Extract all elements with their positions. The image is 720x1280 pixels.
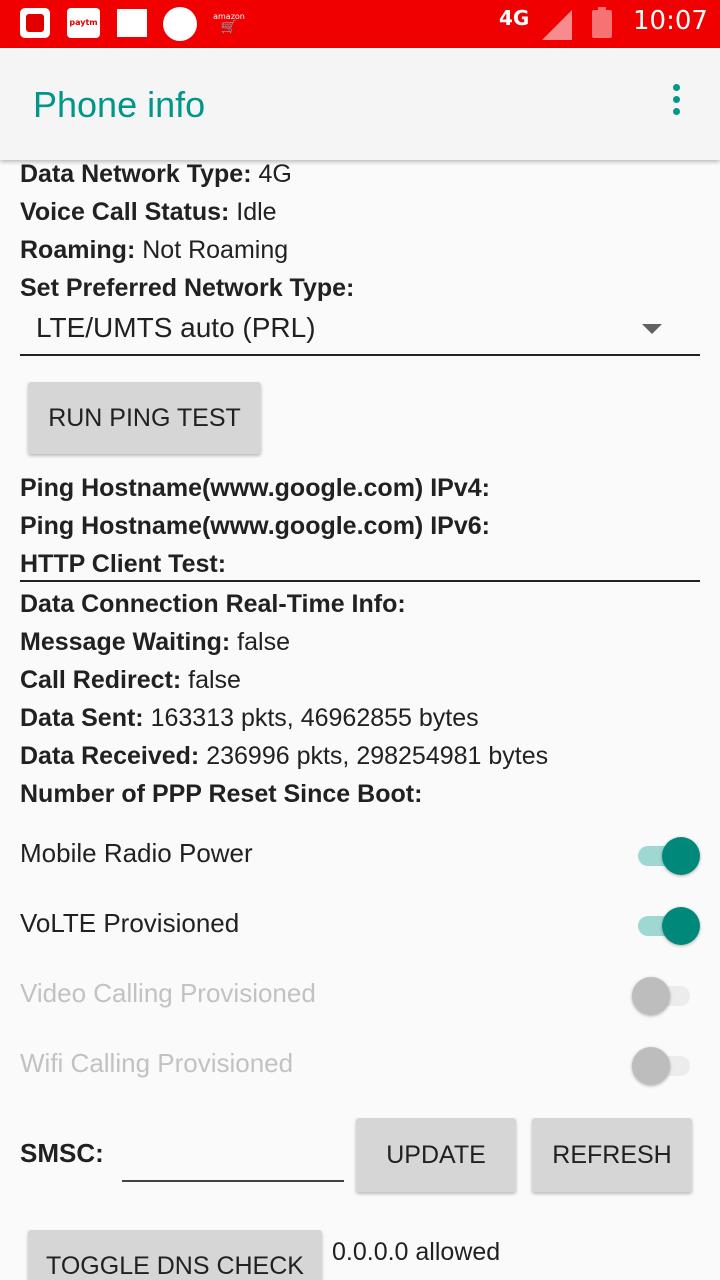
paytm-icon: paytm bbox=[67, 8, 100, 38]
page-title: Phone info bbox=[33, 84, 206, 125]
http-client-test-row: HTTP Client Test: bbox=[20, 550, 226, 579]
realtime-info-row: Data Connection Real-Time Info: bbox=[20, 590, 406, 619]
refresh-button[interactable]: REFRESH bbox=[532, 1118, 692, 1192]
wifi-calling-row: Wifi Calling Provisioned bbox=[20, 1040, 700, 1090]
call-redirect-value: false bbox=[188, 666, 241, 694]
message-waiting-label: Message Waiting: bbox=[20, 628, 231, 656]
message-waiting-value: false bbox=[237, 628, 290, 656]
video-calling-row: Video Calling Provisioned bbox=[20, 970, 700, 1020]
cart-icon: 🛒 bbox=[220, 20, 238, 35]
ping-ipv4-row: Ping Hostname(www.google.com) IPv4: bbox=[20, 474, 490, 503]
data-network-type-label: Data Network Type: bbox=[20, 160, 252, 188]
data-network-type-row: Data Network Type: 4G bbox=[20, 160, 292, 189]
volte-provisioned-switch[interactable] bbox=[638, 907, 700, 945]
roaming-label: Roaming: bbox=[20, 236, 136, 264]
network-type-indicator: 4G bbox=[499, 6, 530, 30]
signal-icon bbox=[542, 10, 572, 40]
data-received-row: Data Received: 236996 pkts, 298254981 by… bbox=[20, 742, 548, 771]
data-received-label: Data Received: bbox=[20, 742, 200, 770]
volte-provisioned-row[interactable]: VoLTE Provisioned bbox=[20, 900, 700, 950]
roaming-row: Roaming: Not Roaming bbox=[20, 236, 288, 265]
realtime-info-label: Data Connection Real-Time Info: bbox=[20, 590, 406, 618]
voice-call-status-value: Idle bbox=[236, 198, 277, 226]
data-sent-value: 163313 pkts, 46962855 bytes bbox=[150, 704, 479, 732]
mobile-radio-power-switch[interactable] bbox=[638, 837, 700, 875]
preferred-network-label-text: Set Preferred Network Type: bbox=[20, 274, 355, 302]
smsc-input[interactable] bbox=[122, 1130, 344, 1182]
wifi-calling-label: Wifi Calling Provisioned bbox=[20, 1048, 294, 1078]
roaming-value: Not Roaming bbox=[142, 236, 289, 264]
ppp-reset-row: Number of PPP Reset Since Boot: bbox=[20, 780, 422, 809]
data-network-type-value: 4G bbox=[258, 160, 292, 188]
toggle-dns-check-button[interactable]: TOGGLE DNS CHECK bbox=[28, 1230, 322, 1280]
message-waiting-row: Message Waiting: false bbox=[20, 628, 290, 657]
ping-ipv6-label: Ping Hostname(www.google.com) IPv6: bbox=[20, 512, 490, 540]
more-vert-icon[interactable] bbox=[660, 84, 692, 124]
update-button[interactable]: UPDATE bbox=[356, 1118, 516, 1192]
preferred-network-label: Set Preferred Network Type: bbox=[20, 274, 354, 303]
call-redirect-label: Call Redirect: bbox=[20, 666, 182, 694]
run-ping-test-button[interactable]: RUN PING TEST bbox=[28, 382, 261, 454]
preferred-network-spinner[interactable]: LTE/UMTS auto (PRL) bbox=[20, 308, 700, 356]
preferred-network-value: LTE/UMTS auto (PRL) bbox=[36, 312, 316, 343]
ppp-reset-label: Number of PPP Reset Since Boot: bbox=[20, 780, 423, 808]
mobile-radio-power-row[interactable]: Mobile Radio Power bbox=[20, 830, 700, 880]
notification-square-icon bbox=[117, 9, 147, 37]
dns-status: 0.0.0.0 allowed bbox=[332, 1238, 501, 1266]
voice-call-status-row: Voice Call Status: Idle bbox=[20, 198, 277, 227]
ping-ipv4-label: Ping Hostname(www.google.com) IPv4: bbox=[20, 474, 490, 502]
ping-ipv6-row: Ping Hostname(www.google.com) IPv6: bbox=[20, 512, 490, 541]
clock: 10:07 bbox=[633, 6, 708, 36]
data-sent-row: Data Sent: 163313 pkts, 46962855 bytes bbox=[20, 704, 479, 733]
smsc-label: SMSC: bbox=[20, 1138, 104, 1168]
volte-provisioned-label: VoLTE Provisioned bbox=[20, 908, 240, 938]
wifi-calling-switch bbox=[632, 1047, 690, 1085]
mobile-radio-power-label: Mobile Radio Power bbox=[20, 838, 253, 868]
status-bar: paytm amazon 🛒 4G 10:07 bbox=[0, 0, 720, 48]
http-client-test-label: HTTP Client Test: bbox=[20, 550, 227, 578]
divider bbox=[20, 580, 700, 582]
data-sent-label: Data Sent: bbox=[20, 704, 144, 732]
video-calling-switch bbox=[632, 977, 690, 1015]
dropdown-arrow-icon bbox=[642, 324, 662, 334]
battery-icon bbox=[592, 7, 612, 38]
amazon-icon: amazon 🛒 bbox=[212, 12, 246, 38]
saavn-icon bbox=[20, 8, 50, 38]
notification-circle-icon bbox=[163, 7, 197, 41]
call-redirect-row: Call Redirect: false bbox=[20, 666, 241, 695]
data-received-value: 236996 pkts, 298254981 bytes bbox=[206, 742, 549, 770]
voice-call-status-label: Voice Call Status: bbox=[20, 198, 230, 226]
video-calling-label: Video Calling Provisioned bbox=[20, 978, 316, 1008]
phone-info-content[interactable]: Data Network Type: 4G Voice Call Status:… bbox=[0, 160, 720, 1280]
app-bar: Phone info bbox=[0, 48, 720, 160]
